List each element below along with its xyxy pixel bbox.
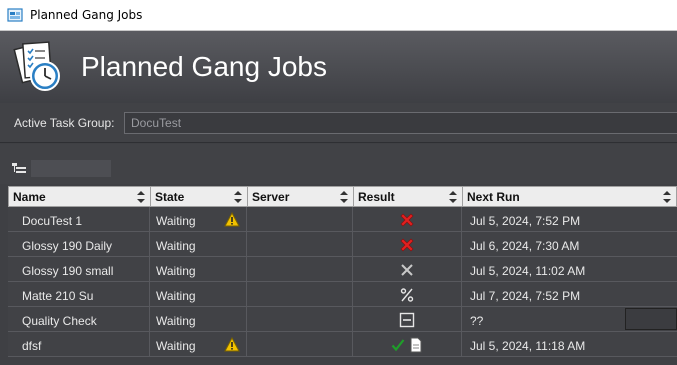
column-header-label: Next Run [467,190,520,204]
cell-next-run: Jul 5, 2024, 7:52 PM [470,214,581,228]
cell-next-run: Jul 7, 2024, 7:52 PM [470,289,581,303]
state-text: Waiting [156,239,196,253]
cell-name: dfsf [8,332,150,357]
cell-server [247,232,353,257]
cell-state: Waiting [150,257,247,282]
column-header-label: Result [358,190,395,204]
tree-view-icon[interactable] [12,163,26,173]
task-group-field[interactable]: DocuTest [124,112,677,134]
column-header-state[interactable]: State [151,187,248,207]
column-header-label: Name [13,190,46,204]
table-row[interactable]: Matte 210 Su Waiting Jul 7, 2024, 7:52 P… [8,282,677,307]
app-icon [7,8,23,22]
cell-result [353,307,462,332]
state-text: Waiting [156,214,196,228]
warning-icon [224,337,240,352]
cell-server [247,332,353,357]
cell-server [247,307,353,332]
cell-name: Glossy 190 Daily [8,232,150,257]
table-row[interactable]: dfsf Waiting Jul 5, 2024, 11:18 AM [8,332,677,357]
cell-next-run: Jul 5, 2024, 11:02 AM [470,264,586,278]
table-row[interactable]: Glossy 190 small Waiting Jul 5, 2024, 11… [8,257,677,282]
empty-cell-box [625,308,677,330]
cell-server [247,282,353,307]
state-text: Waiting [156,264,196,278]
table-row[interactable]: Glossy 190 Daily Waiting Jul 6, 2024, 7:… [8,232,677,257]
minus-box-icon [399,313,415,328]
document-icon [410,337,422,353]
filter-input[interactable] [31,160,111,177]
cell-name: Glossy 190 small [8,257,150,282]
column-header-name[interactable]: Name [9,187,151,207]
cell-state: Waiting [150,307,247,332]
column-header-next-run[interactable]: Next Run [463,187,676,207]
percent-icon [400,288,414,303]
jobs-table: Name State Server Result Next Run DocuTe… [8,186,677,357]
sort-icon[interactable] [234,190,242,204]
sort-icon[interactable] [663,190,671,204]
cell-state: Waiting [150,207,247,232]
success-check-icon [392,339,405,352]
page-title: Planned Gang Jobs [81,51,327,82]
cell-result [353,207,462,232]
cell-name: Matte 210 Su [8,282,150,307]
cell-server [247,257,353,282]
error-x-icon [400,238,414,252]
cell-server [247,207,353,232]
next-run-text: ?? [470,314,484,328]
gang-jobs-clock-icon [13,41,60,91]
table-header: Name State Server Result Next Run [8,186,677,207]
window-title: Planned Gang Jobs [30,8,143,22]
window-titlebar: Planned Gang Jobs [0,0,677,31]
cell-name: Quality Check [8,307,150,332]
state-text: Waiting [156,339,196,353]
sort-icon[interactable] [449,190,457,204]
state-text: Waiting [156,289,196,303]
task-group-bar: Active Task Group: DocuTest [0,103,677,143]
cancelled-x-icon [401,264,413,277]
column-header-result[interactable]: Result [354,187,463,207]
cell-next-run: ?? [462,307,677,332]
cell-state: Waiting [150,332,247,357]
table-body: DocuTest 1 Waiting Jul 5, 2024, 7:52 PM … [8,207,677,357]
cell-state: Waiting [150,232,247,257]
column-header-label: State [155,190,185,204]
cell-next-run: Jul 6, 2024, 7:30 AM [470,239,580,253]
cell-result [353,332,462,357]
cell-name: DocuTest 1 [8,207,150,232]
cell-state: Waiting [150,282,247,307]
column-header-server[interactable]: Server [248,187,354,207]
sort-icon[interactable] [340,190,348,204]
warning-icon [224,212,240,227]
table-toolbar [0,144,677,184]
error-x-icon [400,213,414,227]
sort-icon[interactable] [137,190,145,204]
table-row[interactable]: DocuTest 1 Waiting Jul 5, 2024, 7:52 PM [8,207,677,232]
column-header-label: Server [252,190,290,204]
task-group-label: Active Task Group: [14,116,115,130]
page-header: Planned Gang Jobs [0,31,677,103]
cell-result [353,257,462,282]
cell-result [353,232,462,257]
table-row[interactable]: Quality Check Waiting ?? [8,307,677,332]
cell-result [353,282,462,307]
state-text: Waiting [156,314,196,328]
cell-next-run: Jul 5, 2024, 11:18 AM [470,339,586,353]
